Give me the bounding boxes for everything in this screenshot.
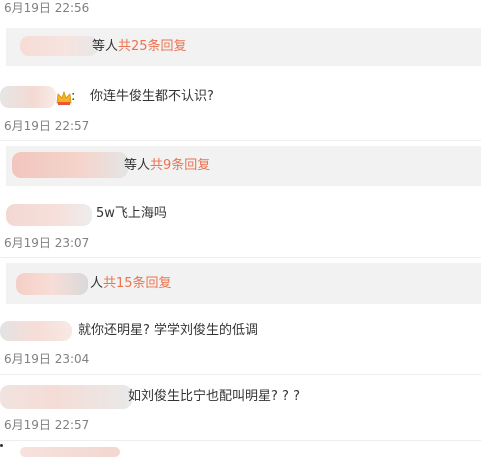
comment-text: 你连牛俊生都不认识?: [90, 89, 214, 104]
reply-summary[interactable]: 等人共25条回复: [6, 28, 481, 66]
comment-time: 6月19日 22:57: [4, 119, 90, 133]
reply-summary[interactable]: 等人共9条回复: [6, 146, 481, 186]
reply-count-link[interactable]: 共15条回复: [103, 276, 172, 291]
reply-count-link[interactable]: 共9条回复: [150, 158, 210, 173]
reply-count-link[interactable]: 共25条回复: [118, 39, 187, 54]
comment-time: 6月19日 22:57: [4, 418, 90, 432]
avatar: [0, 385, 132, 409]
comment-text: :: [71, 89, 76, 104]
crown-icon: [56, 90, 72, 105]
avatar: [16, 273, 88, 295]
avatar: [6, 204, 92, 226]
divider: [0, 257, 481, 258]
bullet-dot: [0, 444, 3, 447]
reply-summary[interactable]: 人共15条回复: [6, 263, 481, 304]
avatar: [20, 447, 120, 457]
avatar: [20, 36, 98, 56]
divider: [0, 440, 481, 441]
comment-time: 6月19日 23:07: [4, 236, 90, 250]
reply-summary-text: 等人共25条回复: [92, 39, 187, 54]
comment-time: 6月19日 23:04: [4, 352, 90, 366]
comment-text: ​如刘俊生比宁也配叫明星? ? ?: [128, 389, 300, 404]
divider: [0, 374, 481, 375]
avatar: [0, 321, 72, 341]
avatar: [12, 152, 128, 178]
comment-text: 5w飞上海吗: [96, 206, 167, 221]
comment-text: 就你还明星? 学学刘俊生的低调: [78, 323, 259, 338]
avatar: [0, 86, 56, 108]
divider: [0, 140, 481, 141]
reply-summary-text: 人共15条回复: [90, 276, 172, 291]
comment-time: 6月19日 22:56: [4, 1, 90, 15]
reply-summary-text: 等人共9条回复: [124, 158, 211, 173]
